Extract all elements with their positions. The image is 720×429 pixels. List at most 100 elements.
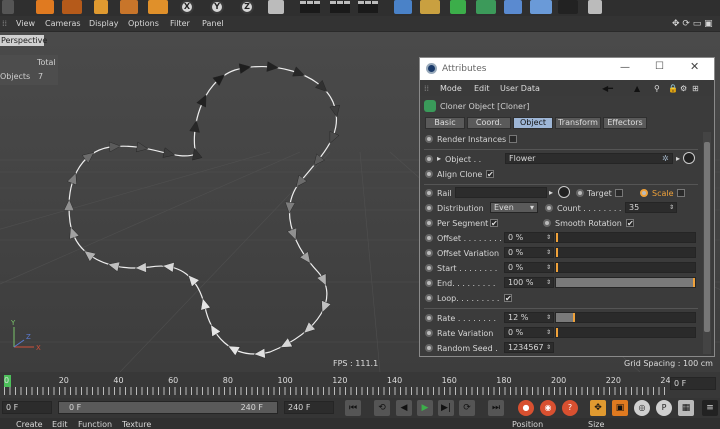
attributes-scrollbar-thumb[interactable] bbox=[704, 142, 710, 332]
pla-key-icon[interactable]: ▦ bbox=[678, 400, 694, 416]
per-segment-checkbox[interactable]: ✔ bbox=[490, 219, 498, 228]
coordinate-system-icon[interactable] bbox=[268, 0, 284, 14]
object-expand-icon[interactable]: ▸ bbox=[437, 154, 441, 163]
camera-icon[interactable] bbox=[558, 0, 578, 14]
scale-key-icon[interactable]: ▣ bbox=[612, 400, 628, 416]
start-field[interactable]: 0 % ⇕ bbox=[504, 262, 554, 273]
random-seed-field[interactable]: 1234567 ⇕ bbox=[504, 342, 554, 353]
offset-variation-slider[interactable] bbox=[555, 247, 696, 258]
tab-coord[interactable]: Coord. bbox=[467, 117, 511, 129]
live-selection-icon[interactable] bbox=[36, 0, 54, 14]
gear-icon[interactable]: ⚙ bbox=[680, 84, 687, 93]
offset-variation-stepper-icon[interactable]: ⇕ bbox=[546, 248, 551, 257]
next-frame-icon[interactable]: ▶| bbox=[438, 400, 454, 416]
rate-slider-handle[interactable] bbox=[573, 313, 575, 322]
bottom-menu-texture[interactable]: Texture bbox=[122, 420, 151, 429]
undo-icon[interactable] bbox=[2, 0, 14, 14]
menu-panel[interactable]: Panel bbox=[202, 19, 224, 28]
offset-anim-dot[interactable] bbox=[425, 234, 433, 242]
start-stepper-icon[interactable]: ⇕ bbox=[546, 263, 551, 272]
frame-range-slider[interactable]: 0 F 240 F bbox=[58, 401, 278, 414]
attributes-scrollbar[interactable] bbox=[703, 132, 711, 354]
count-stepper-icon[interactable]: ⇕ bbox=[669, 203, 674, 212]
y-axis-lock-icon[interactable]: Y bbox=[210, 0, 224, 14]
move-key-icon[interactable]: ✥ bbox=[590, 400, 606, 416]
rate-variation-stepper-icon[interactable]: ⇕ bbox=[546, 328, 551, 337]
align-clone-checkbox[interactable]: ✔ bbox=[486, 170, 494, 179]
deformer-icon[interactable] bbox=[504, 0, 522, 14]
rate-variation-field[interactable]: 0 % ⇕ bbox=[504, 327, 554, 338]
cube-icon[interactable] bbox=[394, 0, 412, 14]
minimize-button[interactable]: — bbox=[620, 62, 630, 73]
viewport-perspective-label[interactable]: Perspective bbox=[0, 35, 47, 46]
attr-menu-user-data[interactable]: User Data bbox=[500, 84, 540, 93]
rate-variation-anim-dot[interactable] bbox=[425, 329, 433, 337]
target-anim-dot[interactable] bbox=[576, 189, 584, 197]
scale-icon[interactable] bbox=[94, 0, 108, 14]
render-picture-viewer-icon[interactable] bbox=[330, 1, 350, 13]
up-arrow-icon[interactable]: ▲ bbox=[634, 84, 640, 93]
mograph-icon[interactable] bbox=[476, 0, 496, 14]
rate-anim-dot[interactable] bbox=[425, 314, 433, 322]
end-field[interactable]: 100 % ⇕ bbox=[504, 277, 554, 288]
bottom-menu-edit[interactable]: Edit bbox=[52, 420, 68, 429]
render-view-icon[interactable] bbox=[300, 1, 320, 13]
offset-variation-slider-handle[interactable] bbox=[556, 248, 558, 257]
search-icon[interactable]: ⚲ bbox=[654, 84, 660, 93]
loop-anim-dot[interactable] bbox=[425, 294, 433, 302]
timeline-ruler[interactable]: 0 20 40 60 80 100 120 140 160 180 200 220 24 0 F bbox=[0, 372, 720, 398]
tab-object[interactable]: Object bbox=[513, 117, 553, 129]
tab-transform[interactable]: Transform bbox=[555, 117, 601, 129]
record-icon[interactable]: ● bbox=[518, 400, 534, 416]
rate-variation-slider-handle[interactable] bbox=[556, 328, 558, 337]
prev-key-icon[interactable]: ⟲ bbox=[374, 400, 390, 416]
start-slider-handle[interactable] bbox=[556, 263, 558, 272]
bottom-menu-function[interactable]: Function bbox=[78, 420, 112, 429]
random-seed-stepper-icon[interactable]: ⇕ bbox=[546, 343, 551, 352]
recent-tools-icon[interactable] bbox=[148, 0, 168, 14]
object-pick-icon[interactable] bbox=[683, 152, 695, 164]
menu-options[interactable]: Options bbox=[128, 19, 159, 28]
target-checkbox[interactable] bbox=[615, 189, 623, 197]
distribution-dropdown[interactable]: Even ▾ bbox=[490, 202, 538, 213]
menu-filter[interactable]: Filter bbox=[170, 19, 190, 28]
prev-frame-icon[interactable]: ◀ bbox=[396, 400, 412, 416]
goto-start-icon[interactable]: ⏮ bbox=[345, 400, 361, 416]
end-slider[interactable] bbox=[555, 277, 696, 288]
attr-menu-mode[interactable]: Mode bbox=[440, 84, 462, 93]
render-settings-icon[interactable] bbox=[358, 1, 378, 13]
autokey-icon[interactable]: ◉ bbox=[540, 400, 556, 416]
start-anim-dot[interactable] bbox=[425, 264, 433, 272]
object-link-menu-icon[interactable]: ▸ bbox=[676, 154, 680, 163]
rate-field[interactable]: 12 % ⇕ bbox=[504, 312, 554, 323]
floor-icon[interactable] bbox=[530, 0, 552, 14]
bottom-menu-create[interactable]: Create bbox=[16, 420, 43, 429]
render-instances-checkbox[interactable] bbox=[509, 135, 517, 143]
rail-link-menu-icon[interactable]: ▸ bbox=[549, 188, 553, 197]
rail-anim-dot[interactable] bbox=[425, 189, 433, 197]
move-icon[interactable] bbox=[62, 0, 82, 14]
maximize-button[interactable]: ☐ bbox=[655, 61, 664, 72]
object-link-field[interactable]: Flower bbox=[505, 153, 673, 164]
per-segment-anim-dot[interactable] bbox=[425, 219, 433, 227]
align-clone-anim-dot[interactable] bbox=[425, 170, 433, 178]
viewport-nav-icons[interactable]: ✥ ⟳ ▭ ▣ bbox=[672, 19, 713, 29]
loop-checkbox[interactable]: ✔ bbox=[504, 294, 512, 303]
rail-pick-icon[interactable] bbox=[558, 186, 570, 198]
distribution-anim-dot[interactable] bbox=[425, 204, 433, 212]
smooth-rotation-checkbox[interactable]: ✔ bbox=[626, 219, 634, 228]
end-slider-handle[interactable] bbox=[693, 278, 695, 287]
subdivision-icon[interactable] bbox=[450, 0, 466, 14]
count-anim-dot[interactable] bbox=[545, 204, 553, 212]
menu-cameras[interactable]: Cameras bbox=[45, 19, 81, 28]
offset-slider[interactable] bbox=[555, 232, 696, 243]
rate-stepper-icon[interactable]: ⇕ bbox=[546, 313, 551, 322]
close-button[interactable]: ✕ bbox=[690, 60, 699, 73]
offset-variation-field[interactable]: 0 % ⇕ bbox=[504, 247, 554, 258]
tab-effectors[interactable]: Effectors bbox=[603, 117, 647, 129]
spline-pen-icon[interactable] bbox=[420, 0, 440, 14]
tab-basic[interactable]: Basic bbox=[425, 117, 465, 129]
render-instances-anim-dot[interactable] bbox=[425, 135, 433, 143]
menu-display[interactable]: Display bbox=[89, 19, 119, 28]
goto-end-icon[interactable]: ⏭ bbox=[488, 400, 504, 416]
